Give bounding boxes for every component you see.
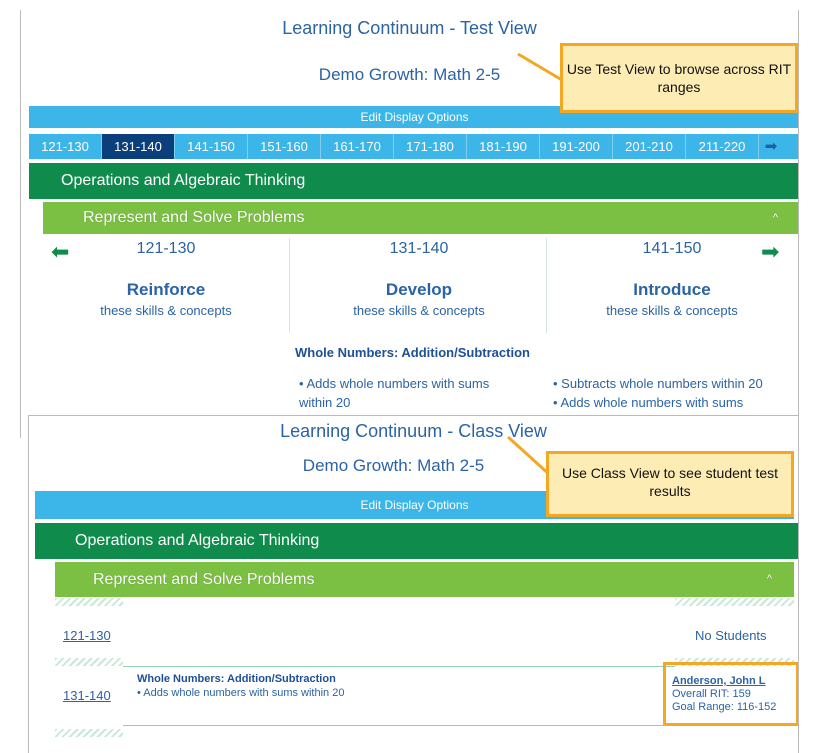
list-item: • Adds whole numbers with sums: [299, 376, 490, 391]
row-hatch: [55, 598, 123, 606]
collapse-chevron-icon[interactable]: ^: [773, 202, 778, 234]
tab-range-201-210[interactable]: 201-210: [613, 134, 686, 159]
reinforce-heading: Reinforce: [126, 280, 206, 299]
test-view-callout: Use Test View to browse across RIT range…: [560, 43, 798, 113]
student-overall-rit: Overall RIT: 159: [672, 688, 751, 700]
student-result: Anderson, John L Overall RIT: 159 Goal R…: [672, 673, 776, 714]
tab-range-151-160[interactable]: 151-160: [248, 134, 321, 159]
subdomain-header[interactable]: Represent and Solve Problems ^: [55, 562, 794, 597]
rit-range-tabs: 121-130 131-140 141-150 151-160 161-170 …: [29, 134, 798, 159]
row-divider: [123, 666, 675, 667]
reinforce-sub: these skills & concepts: [100, 303, 232, 318]
collapse-chevron-icon[interactable]: ^: [767, 562, 772, 597]
skill-heading: Whole Numbers: Addition/Subtraction: [295, 345, 530, 360]
domain-header[interactable]: Operations and Algebraic Thinking: [29, 163, 798, 199]
no-students-label: No Students: [695, 628, 767, 643]
introduce-bullet-list: • Subtracts whole numbers within 20 • Ad…: [553, 374, 763, 412]
row-divider: [123, 725, 663, 726]
tab-range-131-140[interactable]: 131-140: [102, 134, 175, 159]
class-view-callout: Use Class View to see student test resul…: [546, 451, 794, 517]
row-skill: Whole Numbers: Addition/Subtraction • Ad…: [137, 673, 344, 699]
column-range-develop: 131-140: [389, 240, 449, 257]
column-divider: [546, 238, 547, 333]
range-link-121-130[interactable]: 121-130: [63, 628, 111, 643]
tab-range-161-170[interactable]: 161-170: [321, 134, 394, 159]
tab-range-181-190[interactable]: 181-190: [467, 134, 540, 159]
list-item: • Adds whole numbers with sums: [553, 395, 744, 410]
introduce-heading: Introduce: [633, 280, 711, 299]
develop-column: Develop these skills & concepts: [292, 280, 546, 318]
develop-sub: these skills & concepts: [353, 303, 485, 318]
subdomain-label: Represent and Solve Problems: [83, 209, 305, 226]
domain-header[interactable]: Operations and Algebraic Thinking: [35, 523, 798, 559]
list-item: • Subtracts whole numbers within 20: [553, 376, 763, 391]
tab-range-171-180[interactable]: 171-180: [394, 134, 467, 159]
next-range-arrow-icon[interactable]: ➡: [759, 134, 783, 159]
develop-heading: Develop: [385, 280, 453, 299]
next-column-arrow-icon[interactable]: ➡: [761, 239, 779, 265]
column-range-introduce: 141-150: [642, 240, 702, 257]
subdomain-header[interactable]: Represent and Solve Problems ^: [43, 202, 798, 234]
tab-range-191-200[interactable]: 191-200: [540, 134, 613, 159]
callout-pointer: [517, 52, 563, 82]
row-hatch: [55, 729, 123, 737]
row-skill-bullet: • Adds whole numbers with sums within 20: [137, 687, 345, 699]
range-link-131-140[interactable]: 131-140: [63, 688, 111, 703]
tab-range-141-150[interactable]: 141-150: [175, 134, 248, 159]
subdomain-label: Represent and Solve Problems: [93, 571, 315, 588]
page-title: Learning Continuum - Class View: [280, 421, 547, 441]
student-goal-range: Goal Range: 116-152: [672, 701, 777, 713]
row-hatch: [675, 598, 794, 606]
introduce-column: Introduce these skills & concepts: [549, 280, 795, 318]
list-item: within 20: [299, 395, 351, 410]
page-title: Learning Continuum - Test View: [282, 18, 537, 38]
tab-range-211-220[interactable]: 211-220: [686, 134, 759, 159]
develop-bullet-list: • Adds whole numbers with sums within 20: [299, 374, 489, 412]
row-skill-heading: Whole Numbers: Addition/Subtraction: [137, 673, 336, 685]
column-divider: [289, 238, 290, 333]
introduce-sub: these skills & concepts: [606, 303, 738, 318]
row-hatch: [55, 658, 123, 666]
tab-range-121-130[interactable]: 121-130: [29, 134, 102, 159]
column-range-reinforce: 121-130: [136, 240, 196, 257]
reinforce-column: Reinforce these skills & concepts: [43, 280, 289, 318]
student-name-link[interactable]: Anderson, John L: [672, 675, 766, 687]
